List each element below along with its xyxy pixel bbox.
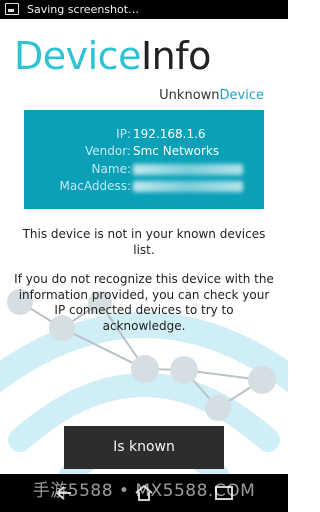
not-known-message: This device is not in your known devices… (22, 227, 266, 257)
info-row-ip: IP: 192.168.1.6 (24, 126, 264, 143)
app-title-part-1: Device (14, 34, 141, 78)
status-bar: Saving screenshot… (0, 0, 288, 19)
ip-value: 192.168.1.6 (133, 127, 206, 141)
vendor-value: Smc Networks (133, 144, 220, 158)
watermark-text: 手游5588 • MX5588.COM (32, 481, 256, 501)
macaddress-value-redacted (133, 181, 243, 192)
device-name-part-1: Unknown (159, 88, 220, 103)
vendor-label: Vendor: (85, 144, 131, 158)
instructions-message: If you do not recognize this device with… (14, 272, 274, 333)
info-row-name: Name: (24, 161, 264, 178)
device-name-part-2: Device (219, 88, 264, 103)
name-label: Name: (91, 162, 131, 176)
macaddress-label: MacAddess: (59, 179, 131, 193)
app-title: DeviceInfo (14, 32, 211, 80)
info-row-vendor: Vendor: Smc Networks (24, 143, 264, 160)
name-value-redacted (133, 164, 243, 175)
info-row-macaddress: MacAddess: (24, 178, 264, 195)
app-title-part-2: Info (140, 34, 211, 78)
device-info-card: IP: 192.168.1.6 Vendor: Smc Networks Nam… (24, 110, 264, 209)
ip-label: IP: (116, 127, 131, 141)
screenshot-icon (5, 3, 19, 15)
is-known-button[interactable]: Is known (64, 426, 224, 469)
device-name-heading: UnknownDevice (159, 88, 264, 104)
status-text: Saving screenshot… (27, 3, 140, 16)
